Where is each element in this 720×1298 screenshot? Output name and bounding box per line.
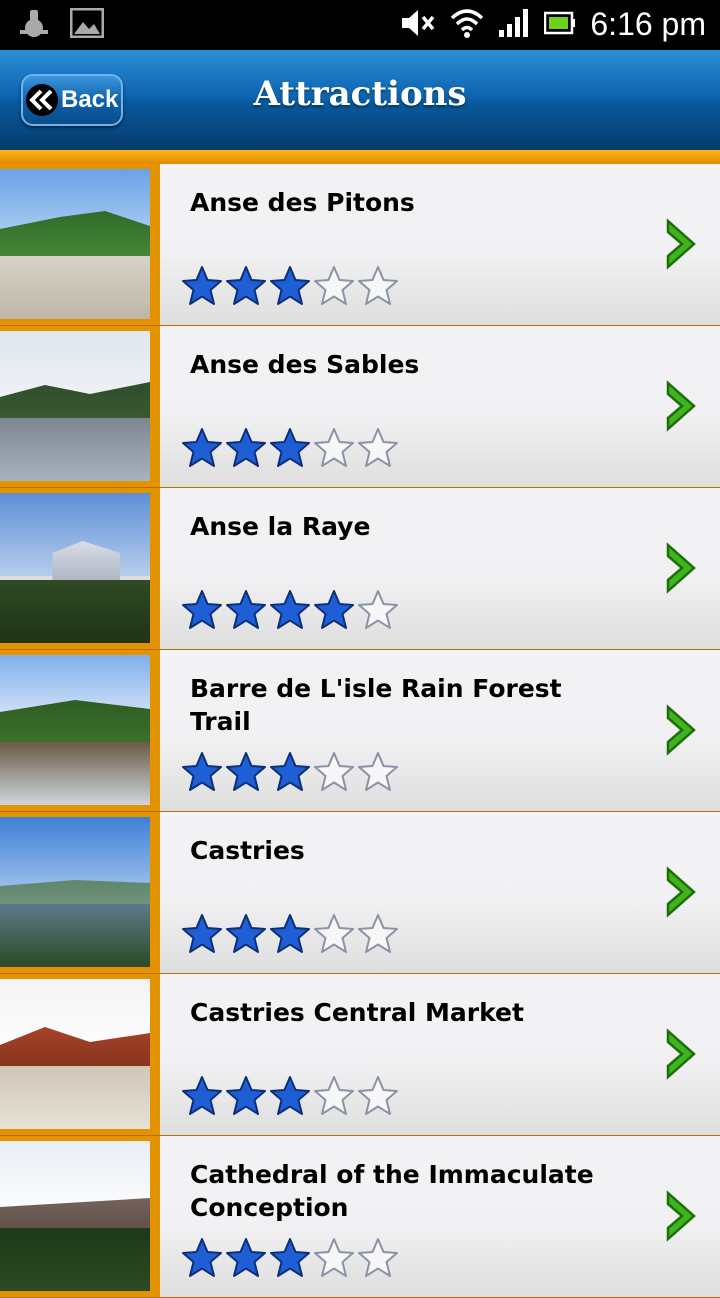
attraction-thumbnail [0, 817, 150, 967]
star-filled-icon [182, 428, 222, 467]
star-filled-icon [270, 752, 310, 791]
thumbnail-frame [0, 650, 160, 811]
rating-stars [181, 1237, 399, 1279]
attraction-thumbnail [0, 655, 150, 805]
star-filled-icon [270, 1238, 310, 1277]
star-empty-icon [358, 914, 398, 953]
attraction-name: Barre de L'isle Rain Forest Trail [190, 674, 562, 736]
attraction-thumbnail [0, 493, 150, 643]
thumbnail-frame [0, 812, 160, 973]
star-filled-icon [182, 590, 222, 629]
attraction-thumbnail [0, 979, 150, 1129]
list-item[interactable]: Barre de L'isle Rain Forest Trail [0, 650, 720, 812]
list-item[interactable]: Anse des Sables [0, 326, 720, 488]
attraction-name: Anse des Pitons [190, 188, 415, 217]
star-filled-icon [270, 914, 310, 953]
clock: 6:16 pm [590, 6, 706, 42]
rating-stars [181, 1075, 399, 1117]
star-empty-icon [314, 428, 354, 467]
status-bar: 6:16 pm [0, 0, 720, 50]
star-filled-icon [270, 428, 310, 467]
attraction-name: Castries Central Market [190, 998, 524, 1027]
chevron-right-icon[interactable] [664, 1190, 700, 1242]
star-empty-icon [314, 752, 354, 791]
star-empty-icon [314, 266, 354, 305]
attraction-thumbnail [0, 331, 150, 481]
star-filled-icon [226, 590, 266, 629]
star-empty-icon [358, 428, 398, 467]
rating-stars [181, 589, 399, 631]
rating-stars [181, 265, 399, 307]
star-filled-icon [182, 1076, 222, 1115]
star-filled-icon [182, 752, 222, 791]
thumbnail-frame [0, 488, 160, 649]
star-filled-icon [270, 590, 310, 629]
attraction-name: Castries [190, 836, 305, 865]
chevron-right-icon[interactable] [664, 866, 700, 918]
star-filled-icon [226, 428, 266, 467]
list-item[interactable]: Castries Central Market [0, 974, 720, 1136]
thumbnail-frame [0, 974, 160, 1135]
app-header: Back Attractions [0, 50, 720, 150]
image-notification-icon [69, 7, 105, 46]
star-filled-icon [226, 914, 266, 953]
muted-icon [400, 8, 436, 42]
list-item[interactable]: Anse la Raye [0, 488, 720, 650]
page-title: Attractions [253, 74, 467, 114]
header-divider [0, 150, 720, 164]
star-filled-icon [182, 1238, 222, 1277]
star-empty-icon [314, 1076, 354, 1115]
battery-icon [544, 11, 576, 39]
rating-stars [181, 913, 399, 955]
wifi-icon [450, 8, 484, 42]
star-empty-icon [314, 1238, 354, 1277]
star-filled-icon [270, 266, 310, 305]
attraction-name: Cathedral of the Immaculate Conception [190, 1160, 594, 1222]
attractions-list: Anse des Pitons Anse des Sables Anse la … [0, 164, 720, 1298]
list-item[interactable]: Castries [0, 812, 720, 974]
chevron-right-icon[interactable] [664, 1028, 700, 1080]
rating-stars [181, 427, 399, 469]
usb-debug-icon [16, 8, 52, 46]
rating-stars [181, 751, 399, 793]
star-filled-icon [226, 266, 266, 305]
chevron-right-icon[interactable] [664, 542, 700, 594]
star-empty-icon [358, 266, 398, 305]
star-empty-icon [358, 590, 398, 629]
star-filled-icon [182, 266, 222, 305]
thumbnail-frame [0, 164, 160, 325]
star-empty-icon [358, 752, 398, 791]
star-filled-icon [226, 752, 266, 791]
star-filled-icon [314, 590, 354, 629]
attraction-thumbnail [0, 169, 150, 319]
thumbnail-frame [0, 326, 160, 487]
chevron-right-icon[interactable] [664, 380, 700, 432]
star-empty-icon [358, 1076, 398, 1115]
list-item[interactable]: Anse des Pitons [0, 164, 720, 326]
star-filled-icon [226, 1076, 266, 1115]
attraction-thumbnail [0, 1141, 150, 1291]
attraction-name: Anse la Raye [190, 512, 371, 541]
star-empty-icon [314, 914, 354, 953]
signal-icon [498, 8, 530, 42]
chevron-right-icon[interactable] [664, 704, 700, 756]
chevron-right-icon[interactable] [664, 218, 700, 270]
attraction-name: Anse des Sables [190, 350, 420, 379]
star-empty-icon [358, 1238, 398, 1277]
star-filled-icon [270, 1076, 310, 1115]
thumbnail-frame [0, 1136, 160, 1297]
star-filled-icon [182, 914, 222, 953]
star-filled-icon [226, 1238, 266, 1277]
list-item[interactable]: Cathedral of the Immaculate Conception [0, 1136, 720, 1298]
